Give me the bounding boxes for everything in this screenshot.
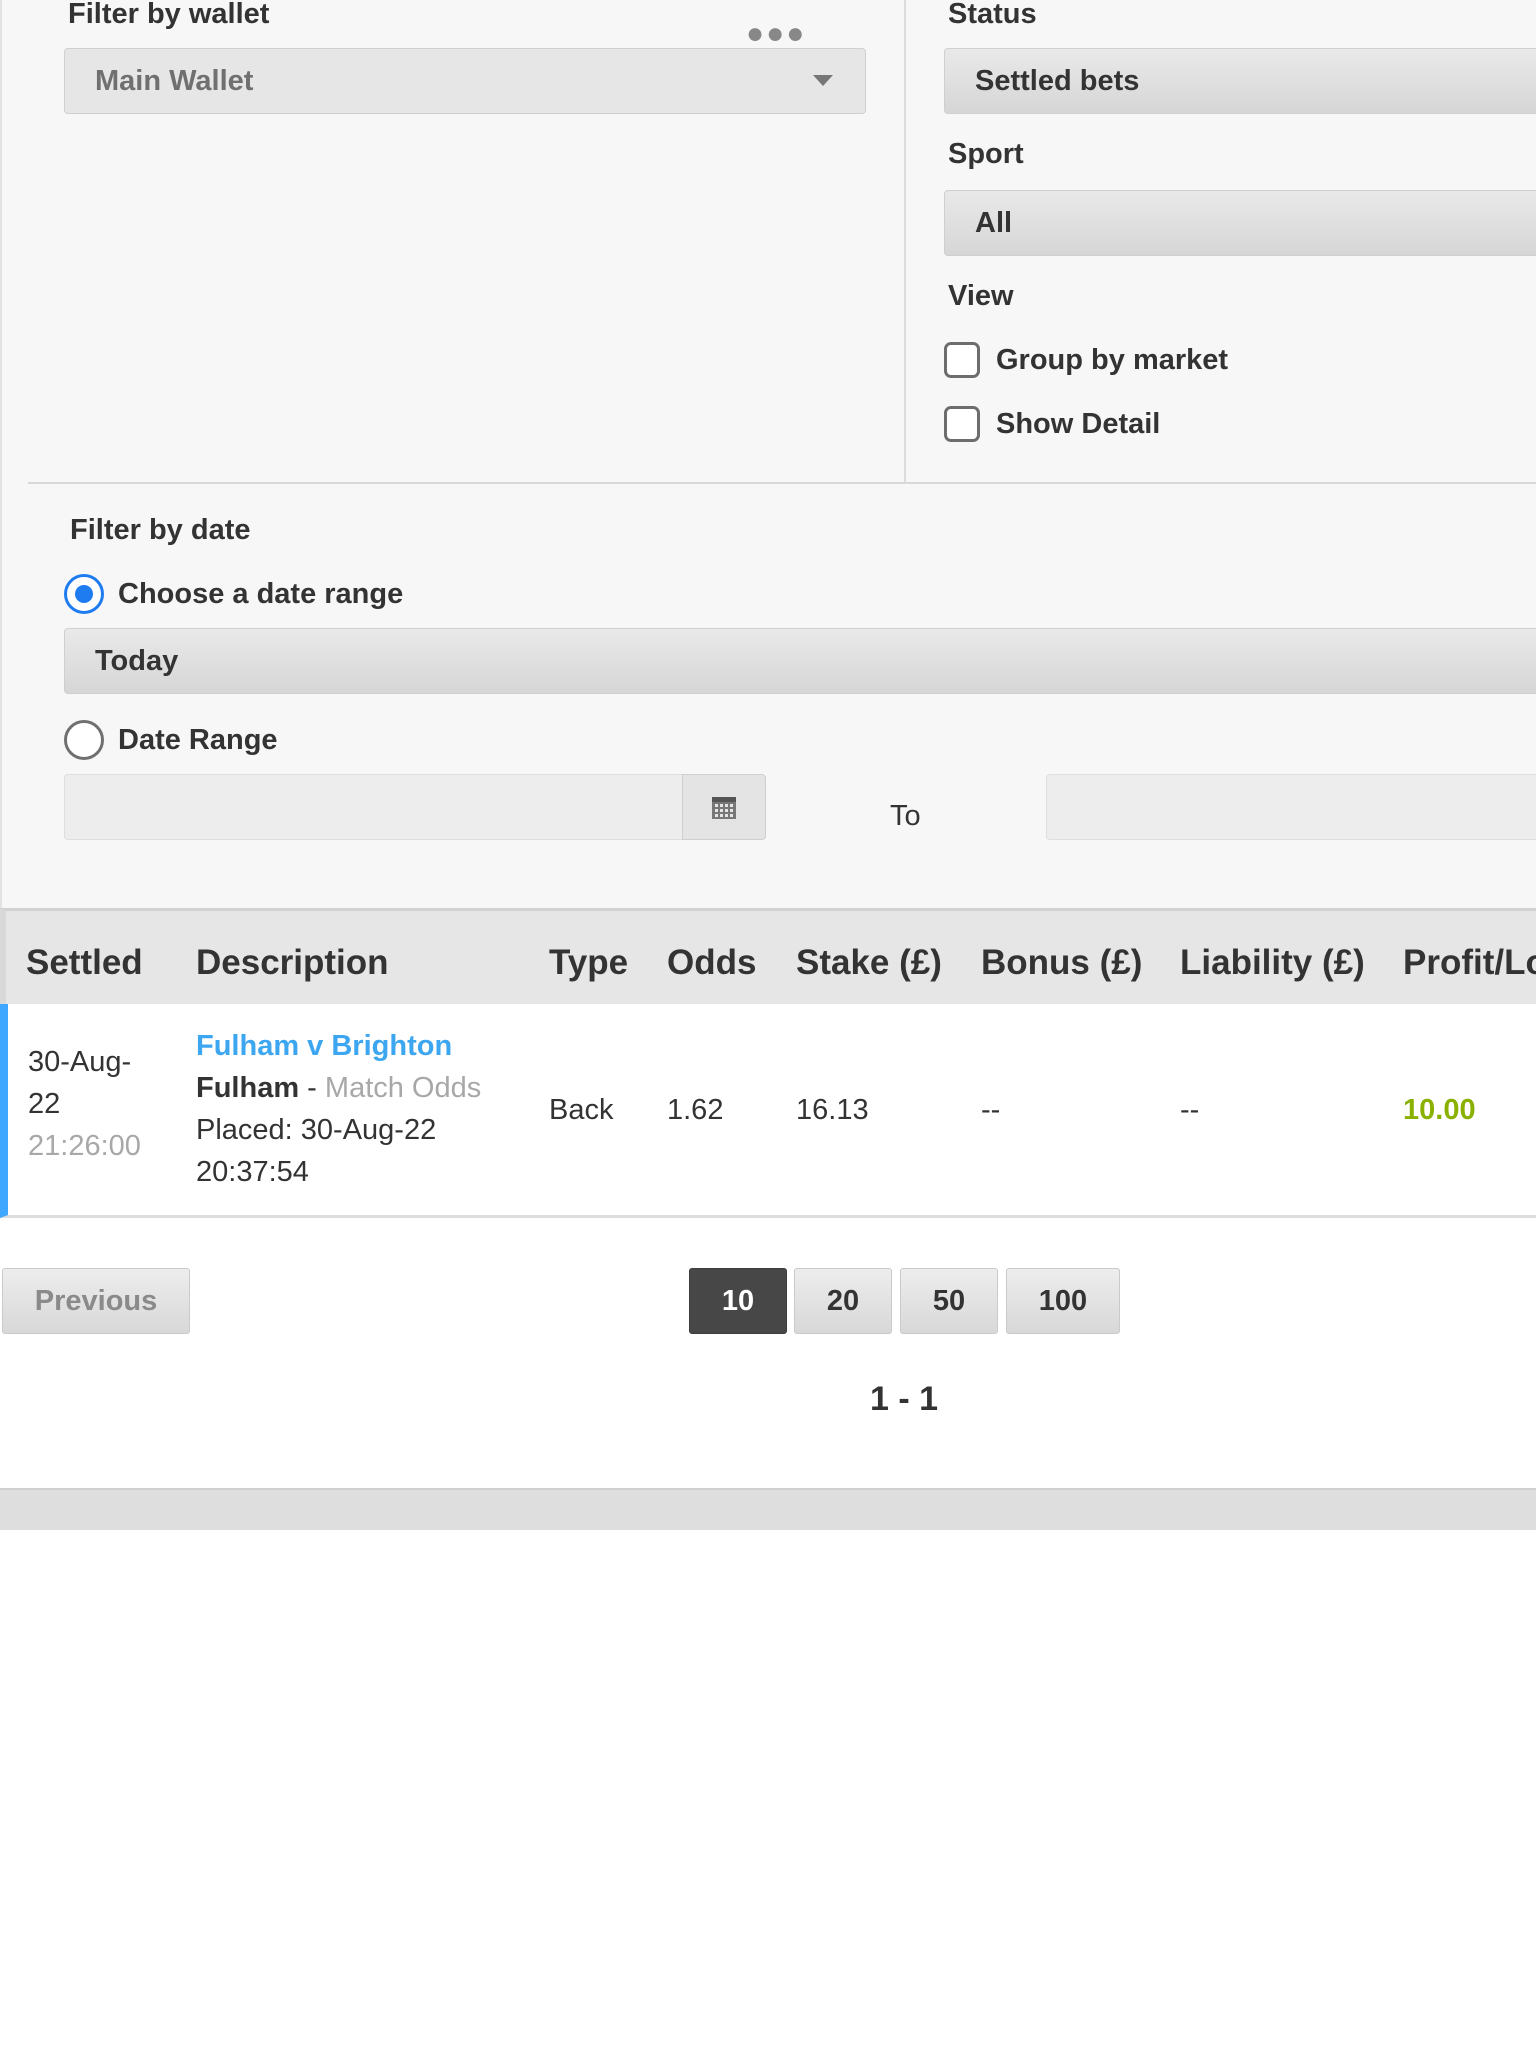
previous-button[interactable]: Previous [2, 1268, 190, 1334]
date-filter-label: Filter by date [70, 514, 251, 546]
settled-date-line-1: 30-Aug- [28, 1046, 132, 1078]
status-select[interactable]: Settled bets [944, 48, 1536, 114]
choose-date-range-radio[interactable] [64, 574, 104, 614]
market-name: Match Odds [324, 1072, 482, 1104]
header-stake[interactable]: Stake (£) [796, 943, 942, 983]
wallet-filter-label: Filter by wallet [68, 0, 270, 30]
date-range-label: Date Range [118, 724, 278, 756]
filters-panel: Filter by wallet ●●● Main Wallet Status … [0, 0, 1536, 908]
column-divider [904, 0, 906, 482]
bet-liability: -- [1180, 1094, 1200, 1126]
header-description[interactable]: Description [196, 943, 389, 983]
group-by-market-checkbox[interactable] [944, 342, 980, 378]
placed-line-2: 20:37:54 [196, 1156, 309, 1188]
header-type[interactable]: Type [549, 943, 628, 983]
wallet-select[interactable]: Main Wallet [64, 48, 866, 114]
placed-line-1: Placed: 30-Aug-22 [196, 1114, 437, 1146]
header-odds[interactable]: Odds [667, 943, 756, 983]
from-date-input[interactable] [64, 774, 686, 840]
page-size-10-button[interactable]: 10 [689, 1268, 787, 1334]
header-profit-loss[interactable]: Profit/Lo [1403, 943, 1536, 983]
page-size-20-button[interactable]: 20 [794, 1268, 892, 1334]
header-liability[interactable]: Liability (£) [1180, 943, 1365, 983]
table-header: Settled Description Type Odds Stake (£) … [0, 908, 1536, 1004]
bet-type: Back [549, 1094, 614, 1126]
chevron-down-icon [813, 75, 833, 86]
bet-bonus: -- [981, 1094, 1001, 1126]
calendar-button[interactable] [682, 774, 766, 840]
show-detail-checkbox[interactable] [944, 406, 980, 442]
bet-history-page: Filter by wallet ●●● Main Wallet Status … [0, 0, 1536, 2048]
sport-select-value: All [975, 206, 1013, 239]
bet-odds: 1.62 [667, 1094, 724, 1126]
table-row[interactable]: 30-Aug- 22 21:26:00 Fulham v Brighton Fu… [0, 1004, 1536, 1218]
page-size-50-button[interactable]: 50 [900, 1268, 998, 1334]
choose-date-range-label: Choose a date range [118, 578, 404, 610]
sport-filter-label: Sport [948, 138, 1024, 170]
show-detail-label: Show Detail [996, 408, 1161, 440]
calendar-icon [712, 797, 736, 819]
page-size-100-button[interactable]: 100 [1006, 1268, 1120, 1334]
bet-stake: 16.13 [796, 1094, 869, 1126]
event-link[interactable]: Fulham v Brighton [196, 1030, 452, 1063]
footer-band [0, 1488, 1536, 1530]
results-range: 1 - 1 [870, 1380, 939, 1418]
header-settled[interactable]: Settled [26, 943, 143, 983]
more-options-icon[interactable]: ●●● [746, 17, 806, 51]
date-range-radio[interactable] [64, 720, 104, 760]
sport-select[interactable]: All [944, 190, 1536, 256]
date-range-select[interactable]: Today [64, 628, 1536, 694]
bet-profit: 10.00 [1403, 1094, 1476, 1126]
group-by-market-label: Group by market [996, 344, 1229, 376]
header-bonus[interactable]: Bonus (£) [981, 943, 1142, 983]
to-label: To [890, 800, 921, 832]
settled-time: 21:26:00 [28, 1130, 141, 1162]
status-filter-label: Status [948, 0, 1037, 30]
selection-separator: - [299, 1072, 325, 1104]
selection-line: Fulham - Match Odds [196, 1072, 481, 1105]
settled-date-line-2: 22 [28, 1088, 61, 1120]
to-date-input[interactable] [1046, 774, 1536, 840]
status-select-value: Settled bets [975, 64, 1140, 97]
row-divider [28, 482, 1536, 484]
view-label: View [948, 280, 1014, 312]
wallet-select-value: Main Wallet [95, 64, 254, 97]
selection-name: Fulham [196, 1072, 300, 1104]
date-range-select-value: Today [95, 644, 179, 677]
